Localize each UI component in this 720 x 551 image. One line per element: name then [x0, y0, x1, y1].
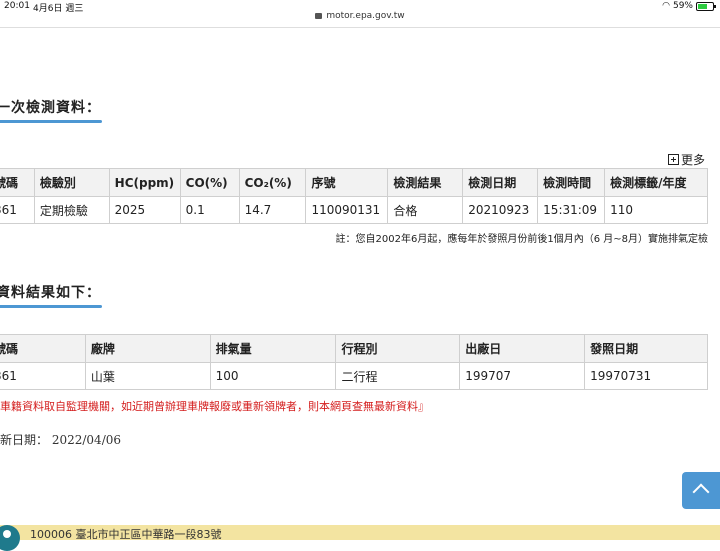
chevron-up-icon: [692, 483, 710, 501]
back-to-top-button[interactable]: [682, 472, 720, 509]
cell-displacement: 100: [209, 362, 337, 390]
col-stroke: 行程別: [335, 334, 461, 363]
cell-inspection-type: 定期檢驗: [33, 196, 110, 224]
cell-co2: 14.7: [238, 196, 307, 224]
section-title-vehicle: 資料結果如下：: [0, 282, 102, 308]
url-text: motor.epa.gov.tw: [326, 11, 405, 21]
col-date: 檢測日期: [462, 168, 539, 197]
col-plate: 號碼: [0, 168, 35, 197]
section-title-text: 資料結果如下：: [0, 285, 101, 301]
cell-serial: 110090131: [305, 196, 389, 224]
col-time: 檢測時間: [537, 168, 606, 197]
agency-logo-icon: [0, 525, 20, 551]
col-result: 檢測結果: [387, 168, 464, 197]
cell-date: 20210923: [462, 196, 539, 224]
inspection-note: 註：您自2002年6月起，應每年於發照月份前後1個月內（6 月~8月）實施排氣定…: [335, 234, 708, 245]
cell-co: 0.1: [179, 196, 240, 224]
cell-stroke: 二行程: [335, 362, 461, 390]
cell-plate: 361: [0, 362, 86, 390]
cell-plate: 361: [0, 196, 35, 224]
col-displacement: 排氣量: [209, 334, 337, 363]
url-bar[interactable]: motor.epa.gov.tw: [0, 11, 720, 28]
vehicle-table: 號碼 廠牌 排氣量 行程別 出廠日 發照日期 361 山葉 100 二行程 19…: [0, 334, 708, 390]
battery-percent: 59%: [672, 1, 693, 11]
update-date: 2022/04/06: [51, 433, 122, 447]
battery-icon: [696, 1, 716, 11]
col-brand: 廠牌: [84, 334, 211, 363]
col-plate: 號碼: [0, 334, 86, 363]
col-manufacture-date: 出廠日: [459, 334, 586, 363]
more-label: 更多: [680, 153, 705, 167]
lock-icon: [315, 12, 323, 19]
wifi-icon: ◠: [662, 1, 670, 11]
col-inspection-type: 檢驗別: [33, 168, 110, 197]
section-title-inspection: 一次檢測資料：: [0, 97, 102, 123]
col-serial: 序號: [305, 168, 389, 197]
cell-manufacture-date: 199707: [459, 362, 586, 390]
cell-label-year: 110: [604, 196, 708, 224]
cell-hc: 2025: [108, 196, 181, 224]
col-label-year: 檢測標籤/年度: [604, 168, 708, 197]
inspection-table: 號碼 檢驗別 HC(ppm) CO(%) CO₂(%) 序號 檢測結果 檢測日期…: [0, 168, 708, 224]
cell-time: 15:31:09: [537, 196, 606, 224]
cell-result: 合格: [387, 196, 464, 224]
section-title-text: 一次檢測資料：: [0, 100, 101, 116]
table-row: 361 山葉 100 二行程 199707 19970731: [0, 362, 708, 390]
update-date-line: 新日期： 2022/04/06: [0, 431, 121, 448]
col-issue-date: 發照日期: [584, 334, 708, 363]
table-header-row: 號碼 廠牌 排氣量 行程別 出廠日 發照日期: [0, 334, 708, 363]
status-time: 20:01: [4, 1, 30, 11]
col-co2: CO₂(%): [238, 168, 307, 197]
plus-box-icon: [667, 154, 679, 165]
data-source-warning: 車籍資料取自監理機關，如近期曾辦理車牌報廢或重新領牌者，則本網頁查無最新資料』: [0, 400, 429, 413]
title-underline: [0, 120, 102, 123]
footer: 100006 臺北市中正區中華路一段83號: [0, 525, 720, 551]
table-row: 361 定期檢驗 2025 0.1 14.7 110090131 合格 2021…: [0, 196, 708, 224]
cell-brand: 山葉: [84, 362, 211, 390]
more-link[interactable]: 更多: [667, 151, 705, 168]
col-co: CO(%): [179, 168, 240, 197]
cell-issue-date: 19970731: [584, 362, 708, 390]
table-header-row: 號碼 檢驗別 HC(ppm) CO(%) CO₂(%) 序號 檢測結果 檢測日期…: [0, 168, 708, 197]
title-underline: [0, 305, 102, 308]
col-hc: HC(ppm): [108, 168, 181, 197]
update-label: 新日期：: [0, 433, 49, 447]
status-right: ◠ 59%: [662, 1, 716, 11]
